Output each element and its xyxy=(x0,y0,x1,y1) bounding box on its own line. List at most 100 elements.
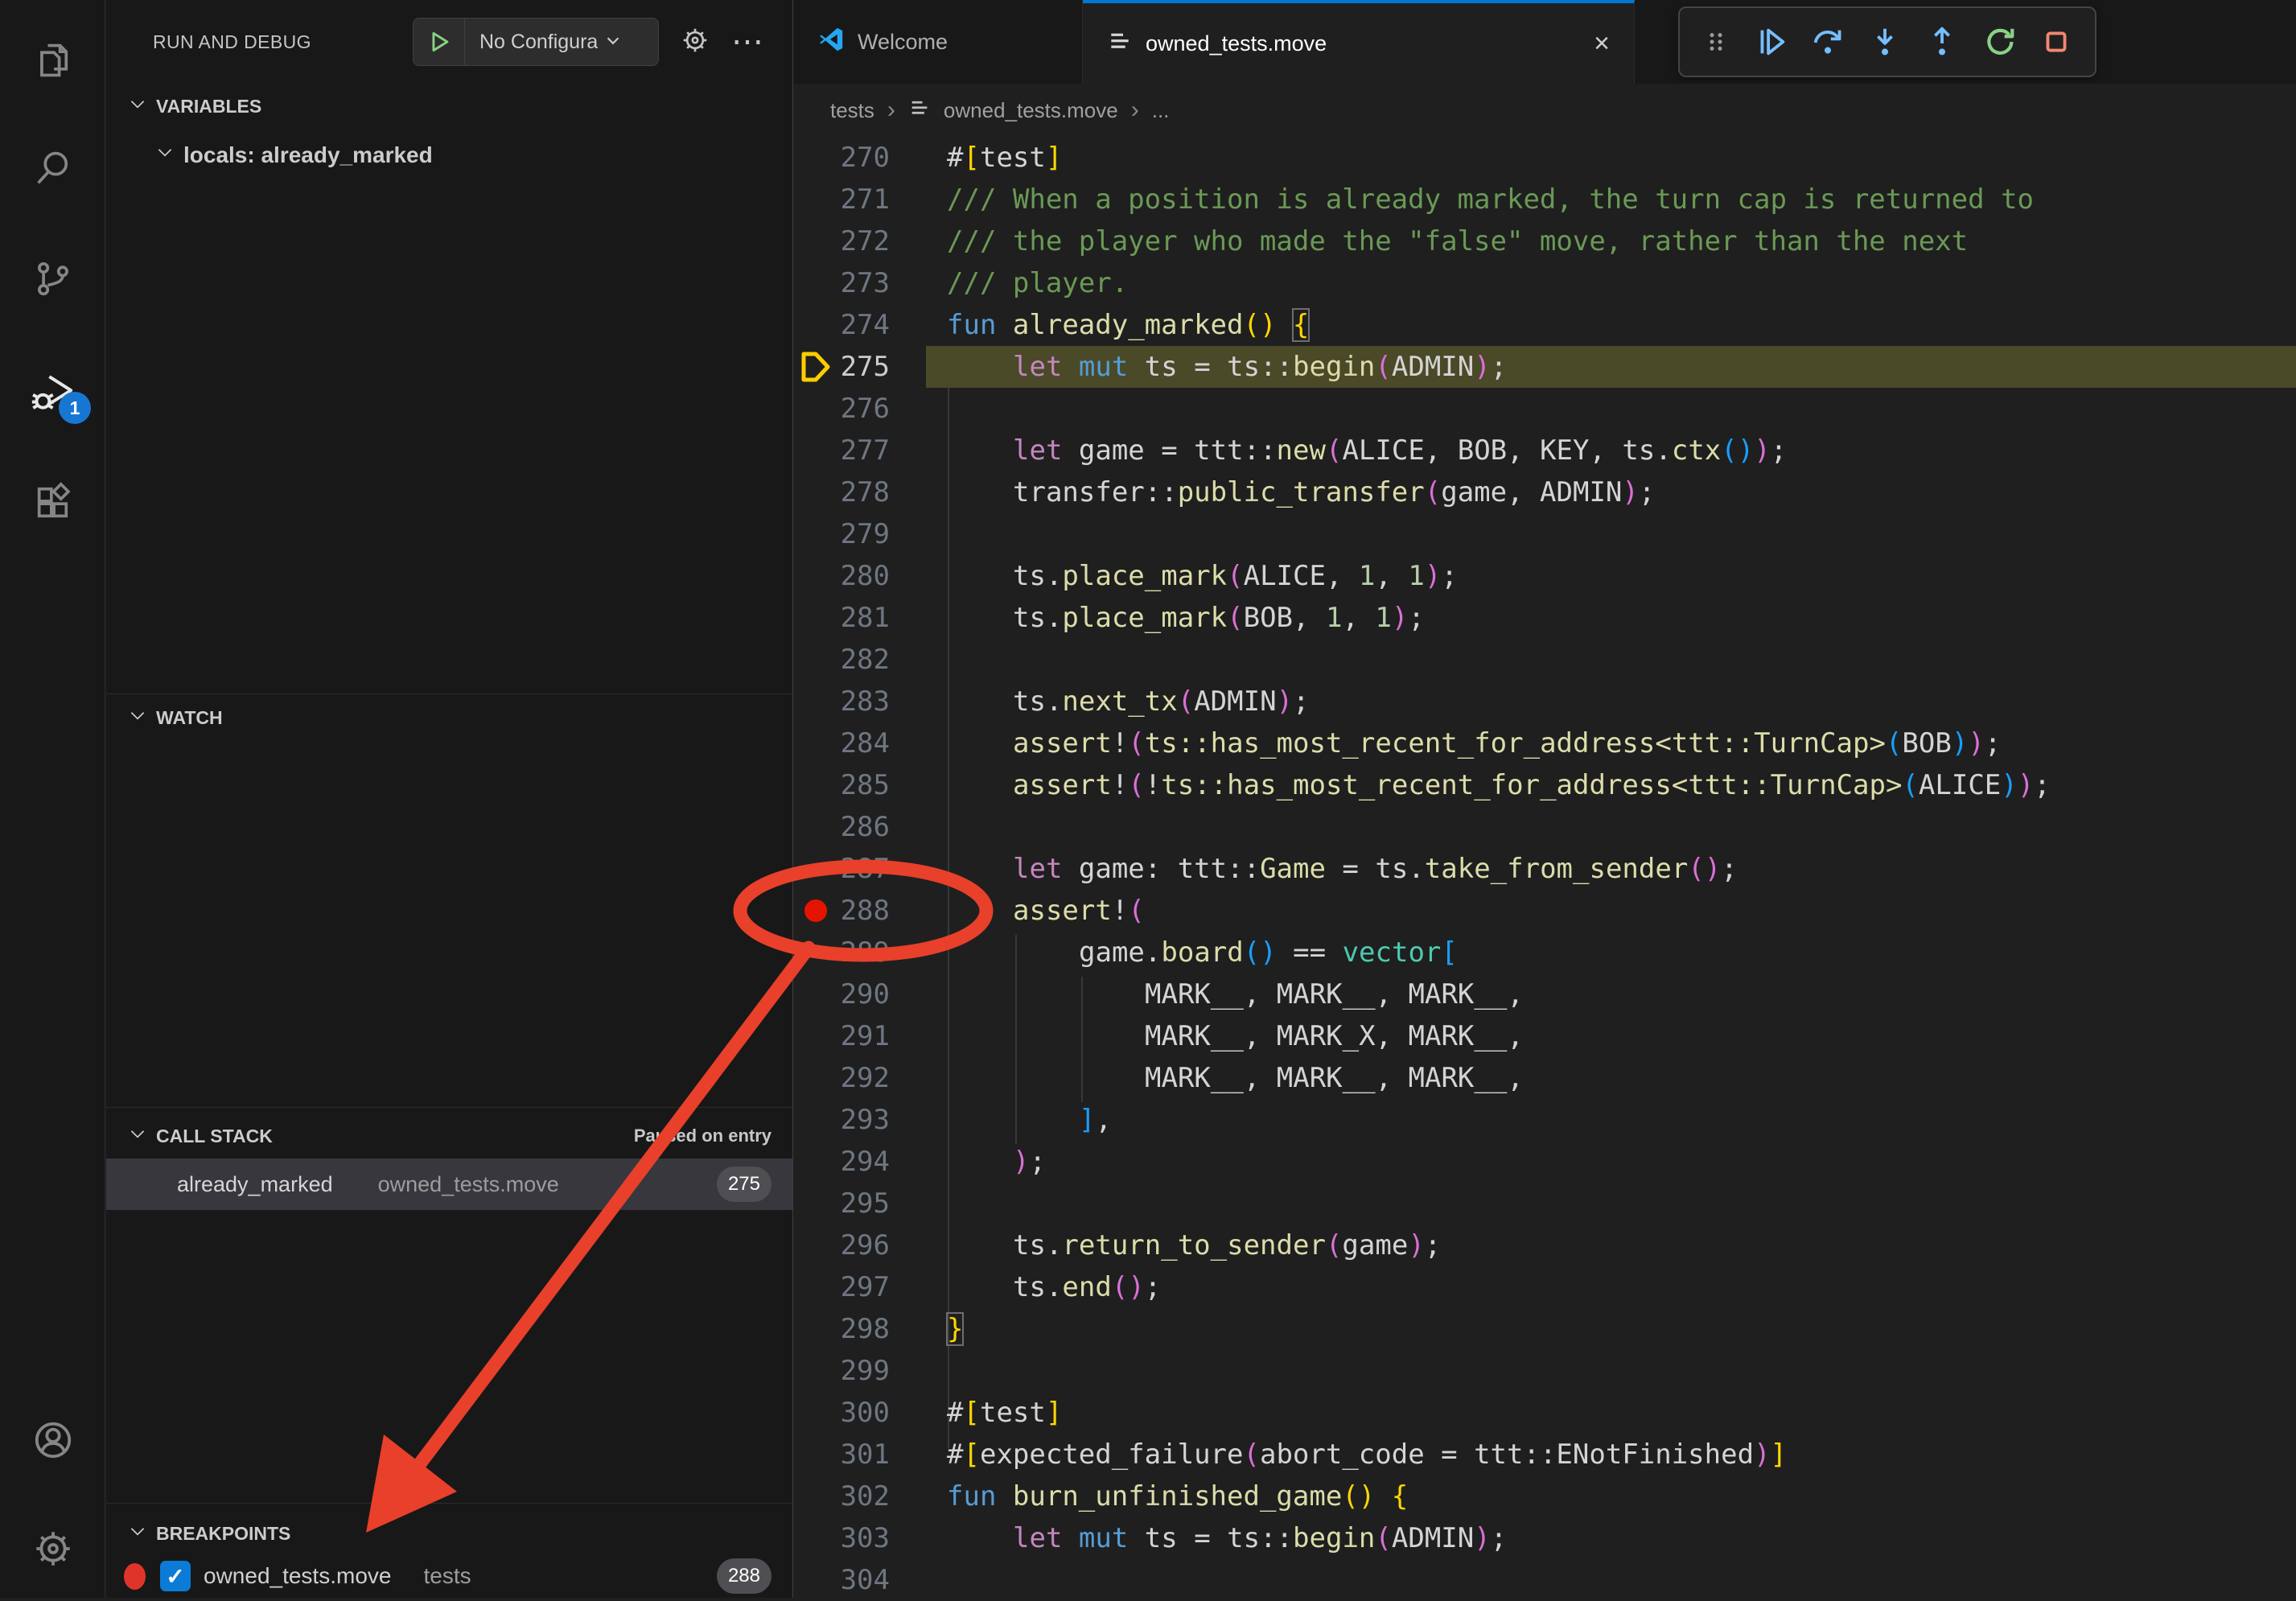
code-line-293[interactable]: 293], xyxy=(793,1099,2296,1141)
config-dropdown[interactable]: No Configura xyxy=(465,30,658,55)
search-icon[interactable] xyxy=(0,124,105,212)
variables-section-header[interactable]: VARIABLES xyxy=(106,88,792,124)
code-line-290[interactable]: 290MARK__, MARK__, MARK__, xyxy=(793,973,2296,1015)
breadcrumb-folder[interactable]: tests xyxy=(830,98,874,123)
gutter[interactable] xyxy=(793,1266,837,1308)
code-line-285[interactable]: 285assert!(!ts::has_most_recent_for_addr… xyxy=(793,764,2296,806)
gutter[interactable] xyxy=(793,1224,837,1266)
gutter[interactable] xyxy=(793,1475,837,1517)
code-line-296[interactable]: 296ts.return_to_sender(game); xyxy=(793,1224,2296,1266)
call-stack-section-header[interactable]: CALL STACK Paused on entry xyxy=(106,1118,792,1154)
gutter[interactable] xyxy=(793,179,837,220)
gutter[interactable] xyxy=(793,1183,837,1224)
drag-grip-icon[interactable] xyxy=(1700,26,1732,58)
gutter[interactable] xyxy=(793,1559,837,1601)
source-control-icon[interactable] xyxy=(0,234,105,323)
code-line-304[interactable]: 304 xyxy=(793,1559,2296,1601)
code-line-275[interactable]: 275let mut ts = ts::begin(ADMIN); xyxy=(793,346,2296,388)
code-line-301[interactable]: 301#[expected_failure(abort_code = ttt::… xyxy=(793,1434,2296,1475)
code-line-276[interactable]: 276 xyxy=(793,388,2296,430)
debug-settings-gear-icon[interactable] xyxy=(680,25,710,60)
gutter[interactable] xyxy=(793,932,837,973)
watch-section-header[interactable]: WATCH xyxy=(106,700,792,735)
gutter[interactable] xyxy=(793,806,837,848)
code-line-292[interactable]: 292MARK__, MARK__, MARK__, xyxy=(793,1057,2296,1099)
breakpoint-dot[interactable] xyxy=(804,899,827,922)
code-line-282[interactable]: 282 xyxy=(793,639,2296,681)
code-line-287[interactable]: 287let game: ttt::Game = ts.take_from_se… xyxy=(793,848,2296,890)
breadcrumb-file[interactable]: owned_tests.move xyxy=(944,98,1118,123)
tab-owned-tests-move[interactable]: owned_tests.move × xyxy=(1083,0,1635,84)
call-stack-frame-row[interactable]: already_marked owned_tests.move 275 xyxy=(106,1159,792,1210)
code-line-289[interactable]: 289game.board() == vector[ xyxy=(793,932,2296,973)
explorer-icon[interactable] xyxy=(0,16,105,105)
code-line-286[interactable]: 286 xyxy=(793,806,2296,848)
settings-gear-icon[interactable] xyxy=(0,1504,105,1593)
code-line-281[interactable]: 281ts.place_mark(BOB, 1, 1); xyxy=(793,597,2296,639)
code-line-295[interactable]: 295 xyxy=(793,1183,2296,1224)
locals-scope-row[interactable]: locals: already_marked xyxy=(154,142,433,168)
code-line-272[interactable]: 272/// the player who made the "false" m… xyxy=(793,220,2296,262)
code-line-271[interactable]: 271/// When a position is already marked… xyxy=(793,179,2296,220)
code-line-294[interactable]: 294); xyxy=(793,1141,2296,1183)
gutter[interactable] xyxy=(793,639,837,681)
gutter[interactable] xyxy=(793,430,837,471)
code-line-278[interactable]: 278transfer::public_transfer(game, ADMIN… xyxy=(793,471,2296,513)
gutter[interactable] xyxy=(793,388,837,430)
gutter[interactable] xyxy=(793,1057,837,1099)
code-line-302[interactable]: 302fun burn_unfinished_game() { xyxy=(793,1475,2296,1517)
gutter[interactable] xyxy=(793,597,837,639)
breakpoints-section-header[interactable]: BREAKPOINTS xyxy=(106,1516,792,1551)
code-line-279[interactable]: 279 xyxy=(793,513,2296,555)
gutter[interactable] xyxy=(793,513,837,555)
breadcrumb-more[interactable]: ... xyxy=(1152,98,1170,123)
code-line-297[interactable]: 297ts.end(); xyxy=(793,1266,2296,1308)
code-editor[interactable]: 270#[test]271/// When a position is alre… xyxy=(793,137,2296,1598)
run-and-debug-icon[interactable]: 1 xyxy=(0,348,105,437)
code-line-273[interactable]: 273/// player. xyxy=(793,262,2296,304)
gutter[interactable] xyxy=(793,1308,837,1350)
gutter[interactable] xyxy=(793,1141,837,1183)
stop-icon[interactable] xyxy=(2038,23,2075,60)
code-line-280[interactable]: 280ts.place_mark(ALICE, 1, 1); xyxy=(793,555,2296,597)
gutter[interactable] xyxy=(793,1392,837,1434)
gutter[interactable] xyxy=(793,137,837,179)
code-line-284[interactable]: 284assert!(ts::has_most_recent_for_addre… xyxy=(793,722,2296,764)
gutter[interactable] xyxy=(793,848,837,890)
more-actions-icon[interactable]: ⋯ xyxy=(731,34,763,50)
tab-welcome[interactable]: Welcome xyxy=(793,0,1083,84)
code-line-298[interactable]: 298} xyxy=(793,1308,2296,1350)
code-line-291[interactable]: 291MARK__, MARK_X, MARK__, xyxy=(793,1015,2296,1057)
account-icon[interactable] xyxy=(0,1396,105,1484)
gutter[interactable] xyxy=(793,555,837,597)
breakpoint-checkbox[interactable]: ✓ xyxy=(160,1561,191,1591)
code-line-288[interactable]: 288assert!( xyxy=(793,890,2296,932)
gutter[interactable] xyxy=(793,764,837,806)
gutter[interactable] xyxy=(793,1015,837,1057)
close-icon[interactable]: × xyxy=(1594,30,1610,57)
gutter[interactable] xyxy=(793,1099,837,1141)
step-over-icon[interactable] xyxy=(1809,23,1846,60)
gutter[interactable] xyxy=(793,471,837,513)
gutter[interactable] xyxy=(793,1350,837,1392)
step-out-icon[interactable] xyxy=(1924,23,1961,60)
gutter[interactable] xyxy=(793,973,837,1015)
gutter[interactable] xyxy=(793,220,837,262)
breakpoint-gutter[interactable] xyxy=(793,890,837,932)
gutter[interactable] xyxy=(793,1434,837,1475)
step-into-icon[interactable] xyxy=(1866,23,1903,60)
gutter[interactable] xyxy=(793,262,837,304)
start-debug-button[interactable] xyxy=(414,19,465,65)
gutter[interactable] xyxy=(793,722,837,764)
breakpoint-list-item[interactable]: ✓ owned_tests.move tests 288 xyxy=(106,1554,792,1598)
current-line-gutter[interactable] xyxy=(793,346,837,388)
gutter[interactable] xyxy=(793,1517,837,1559)
code-line-299[interactable]: 299 xyxy=(793,1350,2296,1392)
code-line-277[interactable]: 277let game = ttt::new(ALICE, BOB, KEY, … xyxy=(793,430,2296,471)
gutter[interactable] xyxy=(793,681,837,722)
code-line-303[interactable]: 303let mut ts = ts::begin(ADMIN); xyxy=(793,1517,2296,1559)
code-line-270[interactable]: 270#[test] xyxy=(793,137,2296,179)
continue-icon[interactable] xyxy=(1752,23,1789,60)
restart-icon[interactable] xyxy=(1981,23,2018,60)
code-line-283[interactable]: 283ts.next_tx(ADMIN); xyxy=(793,681,2296,722)
